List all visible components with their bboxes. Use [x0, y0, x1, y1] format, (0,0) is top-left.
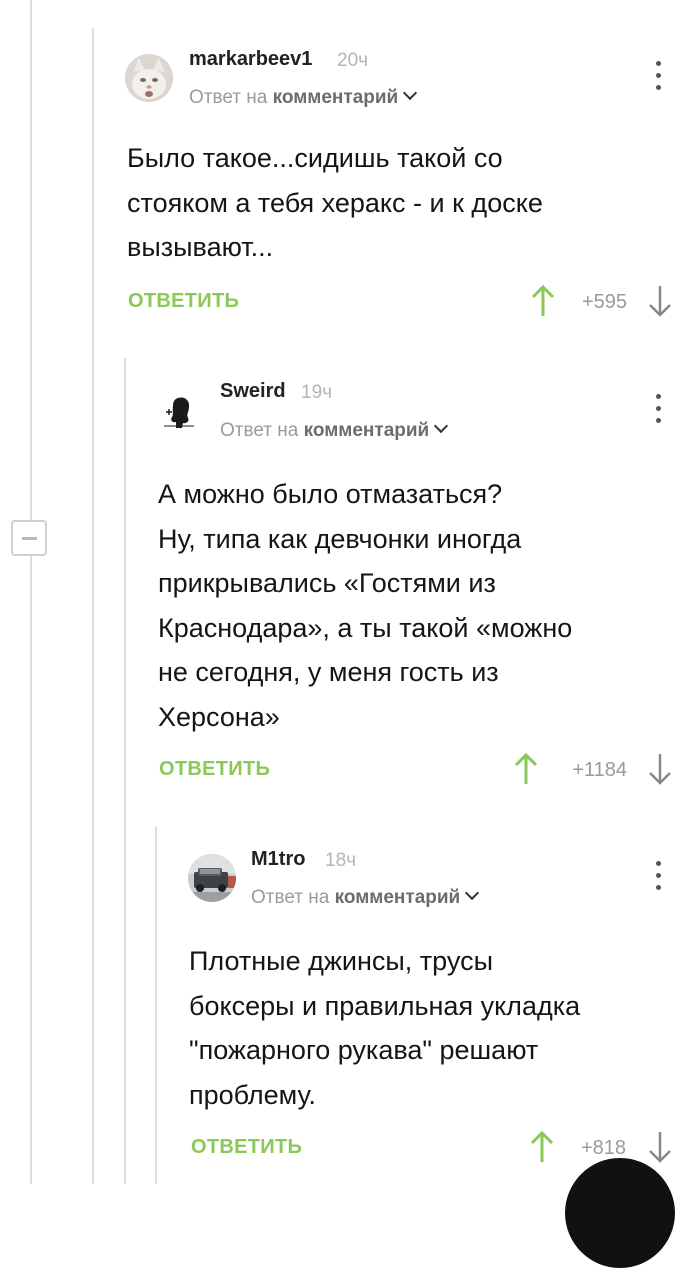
- chevron-down-icon: [465, 885, 480, 901]
- reply-to-link[interactable]: Ответ на комментарий: [251, 885, 480, 909]
- comment-body-line: "пожарного рукава" решают: [189, 1035, 539, 1065]
- car-avatar-icon[interactable]: [188, 854, 236, 902]
- thread-line: [155, 826, 157, 1184]
- comment-time: 18ч: [325, 850, 357, 871]
- comment-body: Плотные джинсы, трусы боксеры и правильн…: [189, 939, 580, 1117]
- comment-body-line: боксеры и правильная укладка: [189, 990, 581, 1021]
- more-options-icon[interactable]: [649, 859, 669, 893]
- reply-button[interactable]: ОТВЕТИТЬ: [191, 1136, 302, 1159]
- comment-rating: +818: [580, 1137, 626, 1159]
- floating-action-button[interactable]: [565, 1158, 675, 1268]
- thread-line: [92, 28, 94, 1184]
- reply-to-prefix: Ответ на: [251, 887, 330, 908]
- comment-body-line: Плотные джинсы, трусы: [189, 946, 493, 976]
- thread-line: [124, 358, 126, 1184]
- downvote-icon[interactable]: [645, 1130, 675, 1164]
- comment: M1tro 18ч Ответ на комментарий Плотные д…: [188, 0, 700, 1184]
- comment-body-line: проблему.: [189, 1079, 316, 1110]
- collapse-thread-button[interactable]: [11, 520, 47, 556]
- comment-username[interactable]: M1tro: [251, 848, 305, 871]
- thread-line: [30, 0, 32, 1184]
- reply-to-target: комментарий: [334, 887, 461, 908]
